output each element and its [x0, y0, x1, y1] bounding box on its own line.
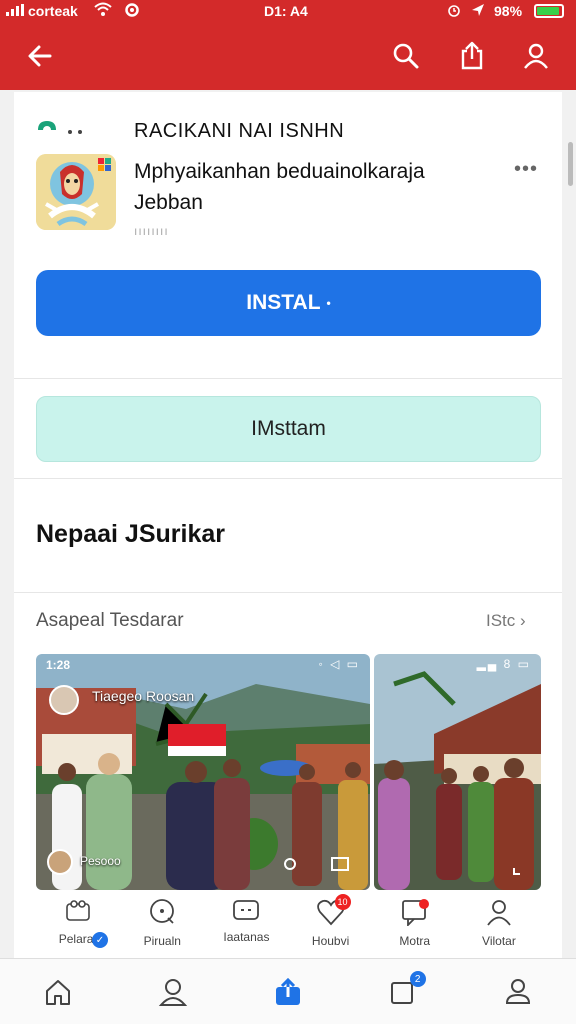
divider: [14, 378, 562, 379]
nav-home[interactable]: [0, 959, 115, 1024]
tab-label: Vilotar: [482, 934, 516, 948]
section-title: Nepaai JSurikar: [36, 520, 225, 548]
upload-icon: [276, 977, 300, 1005]
community-icon: [66, 900, 90, 921]
profile-icon: [158, 978, 187, 1006]
notification-badge: 10: [334, 894, 351, 910]
alarm-icon: [446, 2, 462, 21]
search-icon[interactable]: [386, 36, 426, 76]
screenshot-2[interactable]: ▂▄ 8 ▭: [374, 654, 541, 890]
carrier-name: corteak: [28, 3, 78, 19]
screenshots-label: Asapeal Tesdarar: [36, 610, 184, 631]
app-detail-card: RACIKANI NAI ISNHN Mphyaikanhan beduaino…: [14, 92, 562, 958]
tab-label: Iaatanas: [223, 930, 270, 944]
action-tabs: Pelarar ✓ Pirualn Iaatanas 10 Houbvi Mot…: [36, 890, 541, 958]
battery-icon: [534, 4, 564, 18]
screenshot-caption: Tiaegeo Roosan: [92, 688, 195, 704]
app-name: Mphyaikanhan beduainolkaraja Jebban: [134, 160, 425, 214]
bottom-nav: 2: [0, 958, 576, 1024]
user-icon: [487, 900, 511, 926]
tab-comment[interactable]: Motra: [373, 890, 457, 958]
nav-account[interactable]: [461, 959, 576, 1024]
screenshot-time: 1:28: [46, 658, 71, 672]
install-button[interactable]: INSTAL •: [36, 270, 541, 336]
scrollbar[interactable]: [568, 142, 573, 186]
status-bar: corteak D1: A4 98%: [0, 0, 576, 22]
account-icon: [506, 978, 531, 1004]
tab-community[interactable]: Pelarar ✓: [36, 890, 120, 958]
tab-message[interactable]: Iaatanas: [204, 890, 288, 958]
screenshot-status: ◦ ◁ ▭: [318, 657, 360, 671]
tab-label: Houbvi: [311, 934, 350, 948]
tab-chat[interactable]: Pirualn: [120, 890, 204, 958]
sync-icon: [124, 2, 140, 21]
divider: [14, 592, 562, 593]
notification-badge: 2: [409, 971, 426, 987]
nav-notes[interactable]: 2: [346, 959, 461, 1024]
developer-logo-icon: [36, 118, 92, 138]
tab-user[interactable]: Vilotar: [457, 890, 541, 958]
nav-upload[interactable]: [230, 959, 345, 1024]
back-arrow-icon[interactable]: [20, 36, 60, 76]
tab-label: Motra: [399, 934, 431, 948]
developer-name: RACIKANI NAI ISNHN: [134, 120, 345, 142]
chat-icon: [150, 899, 175, 924]
home-icon: [45, 979, 70, 1005]
more-options-icon[interactable]: •••: [514, 158, 538, 181]
wifi-icon: [94, 2, 112, 21]
app-icon[interactable]: [36, 154, 116, 230]
comment-icon: [401, 899, 429, 926]
tab-favorite[interactable]: 10 Houbvi: [289, 890, 373, 958]
screenshot-status: ▂▄ 8 ▭: [476, 657, 531, 671]
location-icon: [470, 2, 486, 21]
profile-icon[interactable]: [516, 36, 556, 76]
app-bar: [0, 22, 576, 90]
verified-badge-icon: ✓: [92, 932, 108, 948]
signal-icon: [6, 4, 24, 16]
see-all-link[interactable]: IStc ›: [486, 611, 526, 631]
screenshot-1[interactable]: 1:28 ◦ ◁ ▭ Tiaegeo Roosan Pesooo: [36, 654, 370, 890]
status-time: D1: A4: [264, 3, 308, 19]
share-icon[interactable]: [452, 36, 492, 76]
nav-profile[interactable]: [115, 959, 230, 1024]
divider: [14, 478, 562, 479]
secondary-button[interactable]: IMsttam: [36, 396, 541, 462]
tab-label: Pirualn: [143, 934, 181, 948]
battery-percent: 98%: [494, 3, 523, 19]
install-label: INSTAL: [246, 291, 321, 314]
screenshot-caption-2: Pesooo: [80, 854, 121, 868]
app-meta: ıııııııı: [134, 224, 169, 238]
install-dot: •: [326, 296, 331, 310]
message-icon: [233, 900, 260, 920]
